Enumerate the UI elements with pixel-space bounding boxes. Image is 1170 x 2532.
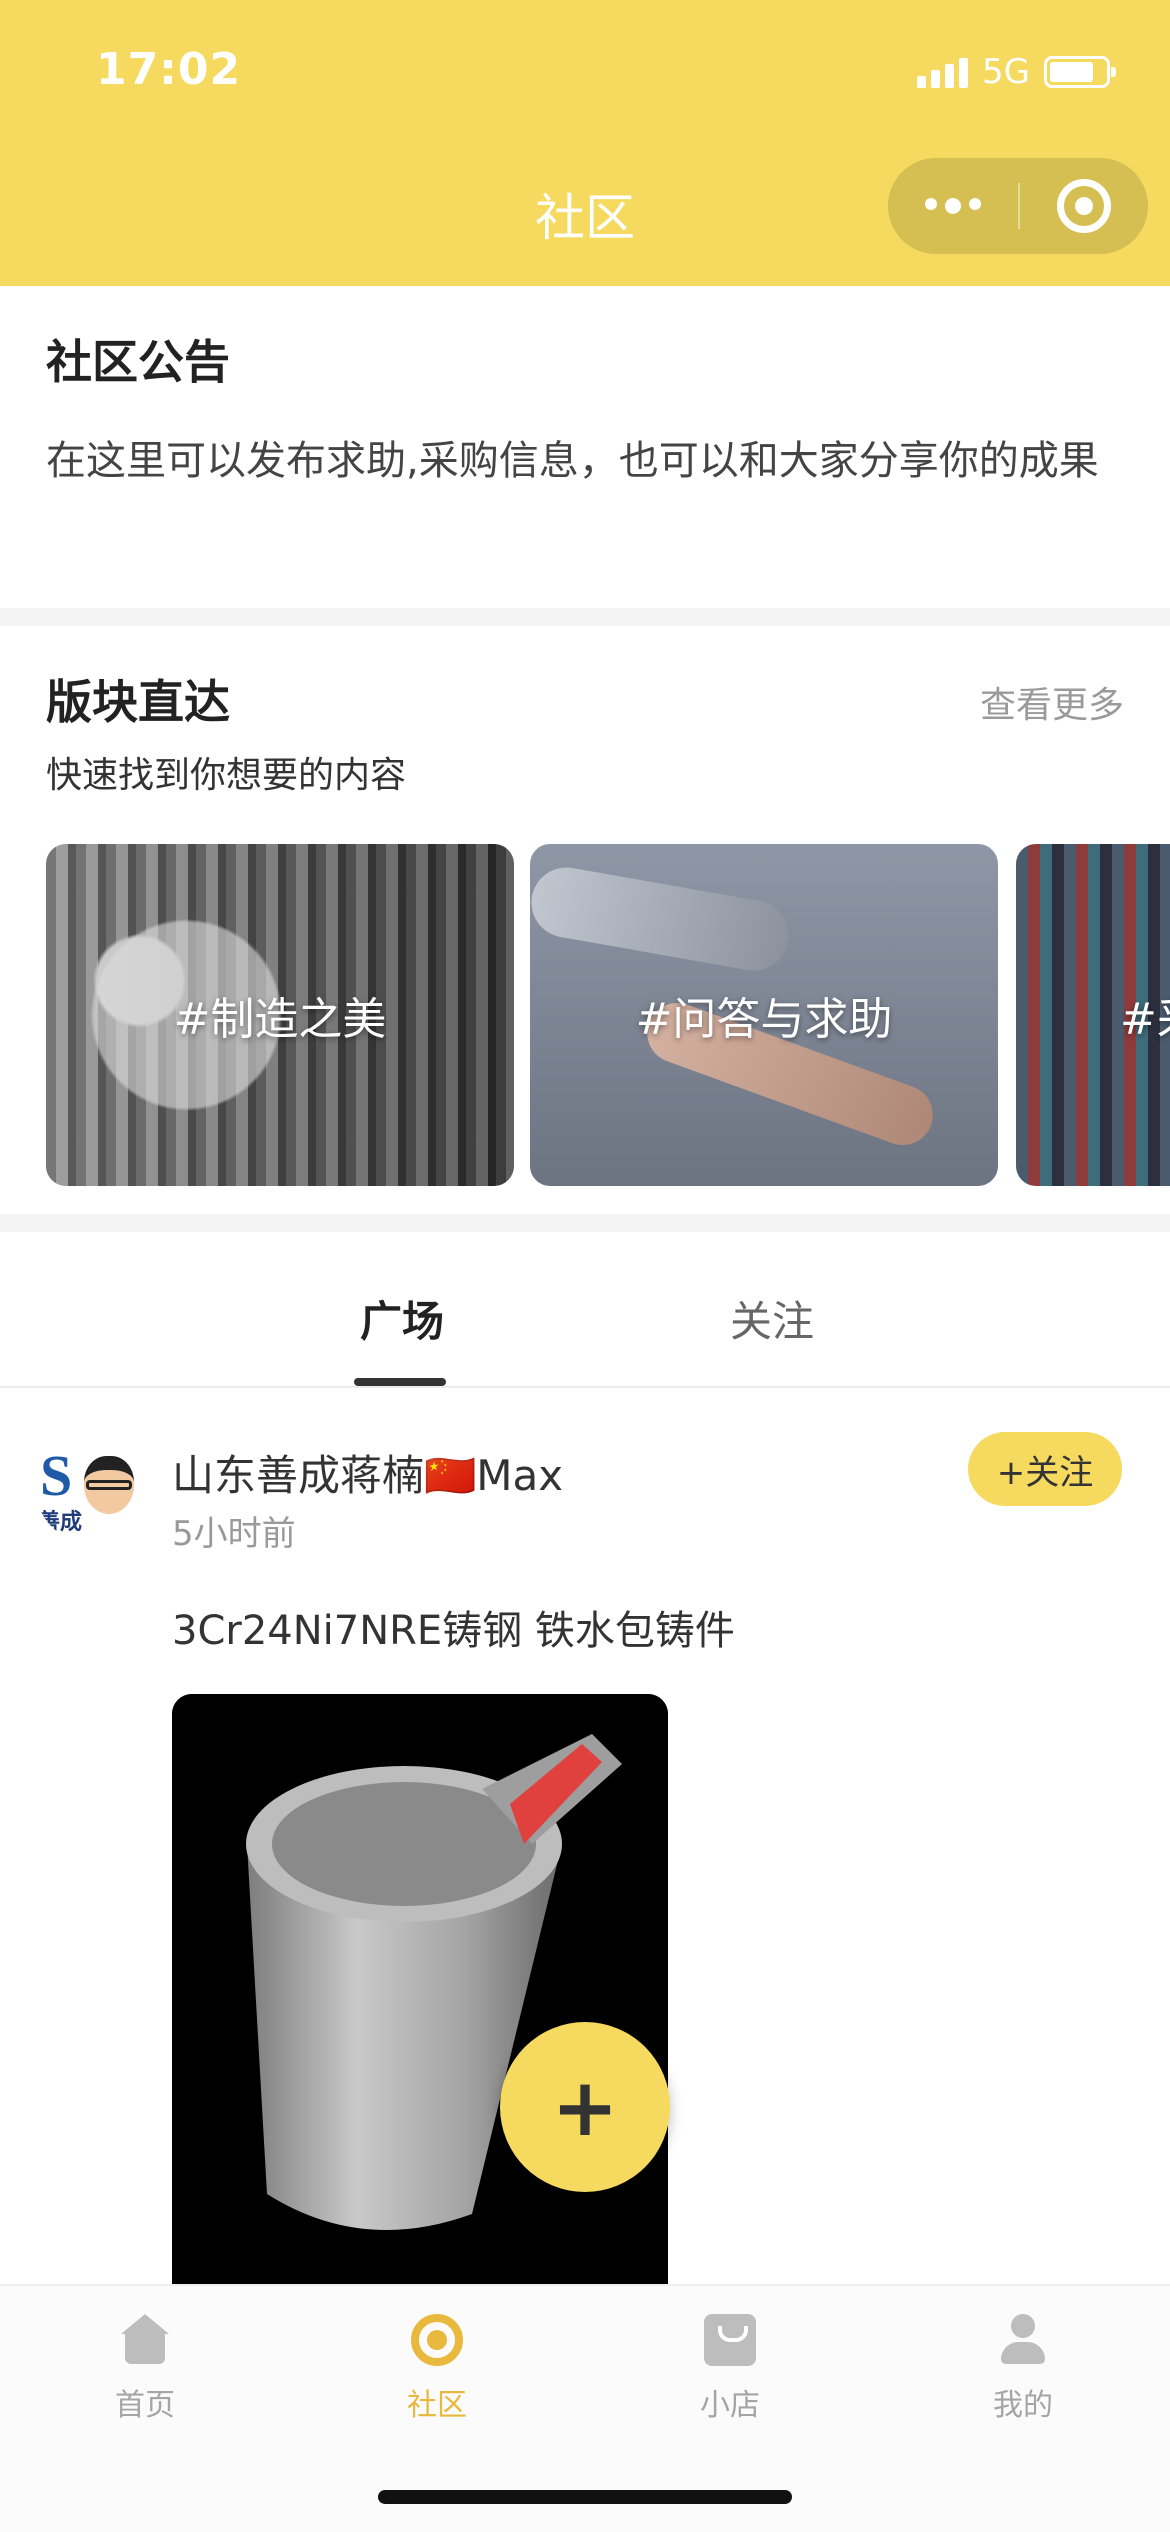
profile-icon — [997, 2314, 1049, 2366]
section-card-label: #制造之美 — [173, 994, 387, 1045]
follow-button[interactable]: +关注 — [968, 1432, 1122, 1506]
nav-label: 社区 — [407, 2388, 467, 2423]
section-divider — [0, 1214, 1170, 1232]
post-author[interactable]: 山东善成蒋楠🇨🇳Max — [172, 1442, 563, 1503]
status-indicators: 5G — [917, 52, 1116, 92]
community-notice: 社区公告 在这里可以发布求助,采购信息，也可以和大家分享你的成果 — [0, 286, 1170, 608]
target-icon — [1057, 179, 1111, 233]
post-time: 5小时前 — [172, 1514, 296, 1554]
avatar[interactable]: S 善成 — [36, 1436, 142, 1542]
more-options-button[interactable] — [888, 198, 1018, 214]
create-post-button[interactable]: + — [500, 2022, 670, 2192]
nav-label: 我的 — [993, 2388, 1053, 2423]
shop-icon — [704, 2314, 756, 2366]
ladle-image — [172, 1694, 668, 2294]
home-indicator — [378, 2490, 792, 2504]
section-card-label: #采 — [1120, 994, 1170, 1045]
status-time: 17:02 — [96, 44, 242, 95]
section-card-manufacturing[interactable]: #制造之美 — [46, 844, 514, 1186]
section-card-procurement[interactable]: #采 — [1016, 844, 1170, 1186]
sections-subtitle: 快速找到你想要的内容 — [46, 755, 407, 796]
section-card-qa[interactable]: #问答与求助 — [530, 844, 998, 1186]
nav-label: 小店 — [700, 2388, 760, 2423]
nav-home[interactable]: 首页 — [70, 2314, 220, 2424]
section-shortcuts: 版块直达 查看更多 快速找到你想要的内容 #制造之美 #问答与求助 #采 — [0, 626, 1170, 1214]
nav-community[interactable]: 社区 — [362, 2314, 512, 2424]
section-card-label: #问答与求助 — [635, 994, 893, 1045]
battery-icon — [1044, 56, 1116, 88]
nav-profile[interactable]: 我的 — [948, 2314, 1098, 2424]
mini-program-capsule — [888, 158, 1148, 254]
section-divider — [0, 608, 1170, 626]
tab-square[interactable]: 广场 — [360, 1288, 444, 1349]
notice-body: 在这里可以发布求助,采购信息，也可以和大家分享你的成果 — [46, 438, 1099, 484]
nav-label: 首页 — [115, 2388, 175, 2423]
tab-following[interactable]: 关注 — [730, 1288, 814, 1349]
network-type: 5G — [982, 52, 1030, 92]
active-tab-indicator — [354, 1378, 446, 1386]
close-mini-program-button[interactable] — [1020, 179, 1148, 233]
signal-icon — [917, 56, 969, 88]
community-icon — [411, 2314, 463, 2366]
post-image[interactable] — [172, 1694, 668, 2294]
home-icon — [119, 2314, 171, 2366]
post-text: 3Cr24Ni7NRE铸钢 铁水包铸件 — [172, 1608, 735, 1654]
plus-icon: + — [551, 2060, 619, 2154]
section-cards-scroller[interactable]: #制造之美 #问答与求助 #采 — [46, 844, 1170, 1186]
feed-tabs: 广场 关注 — [0, 1232, 1170, 1388]
top-bar: 17:02 5G 社区 — [0, 0, 1170, 286]
view-more-link[interactable]: 查看更多 — [980, 676, 1124, 728]
sections-title: 版块直达 — [46, 675, 230, 729]
notice-title: 社区公告 — [46, 335, 230, 389]
nav-shop[interactable]: 小店 — [655, 2314, 805, 2424]
